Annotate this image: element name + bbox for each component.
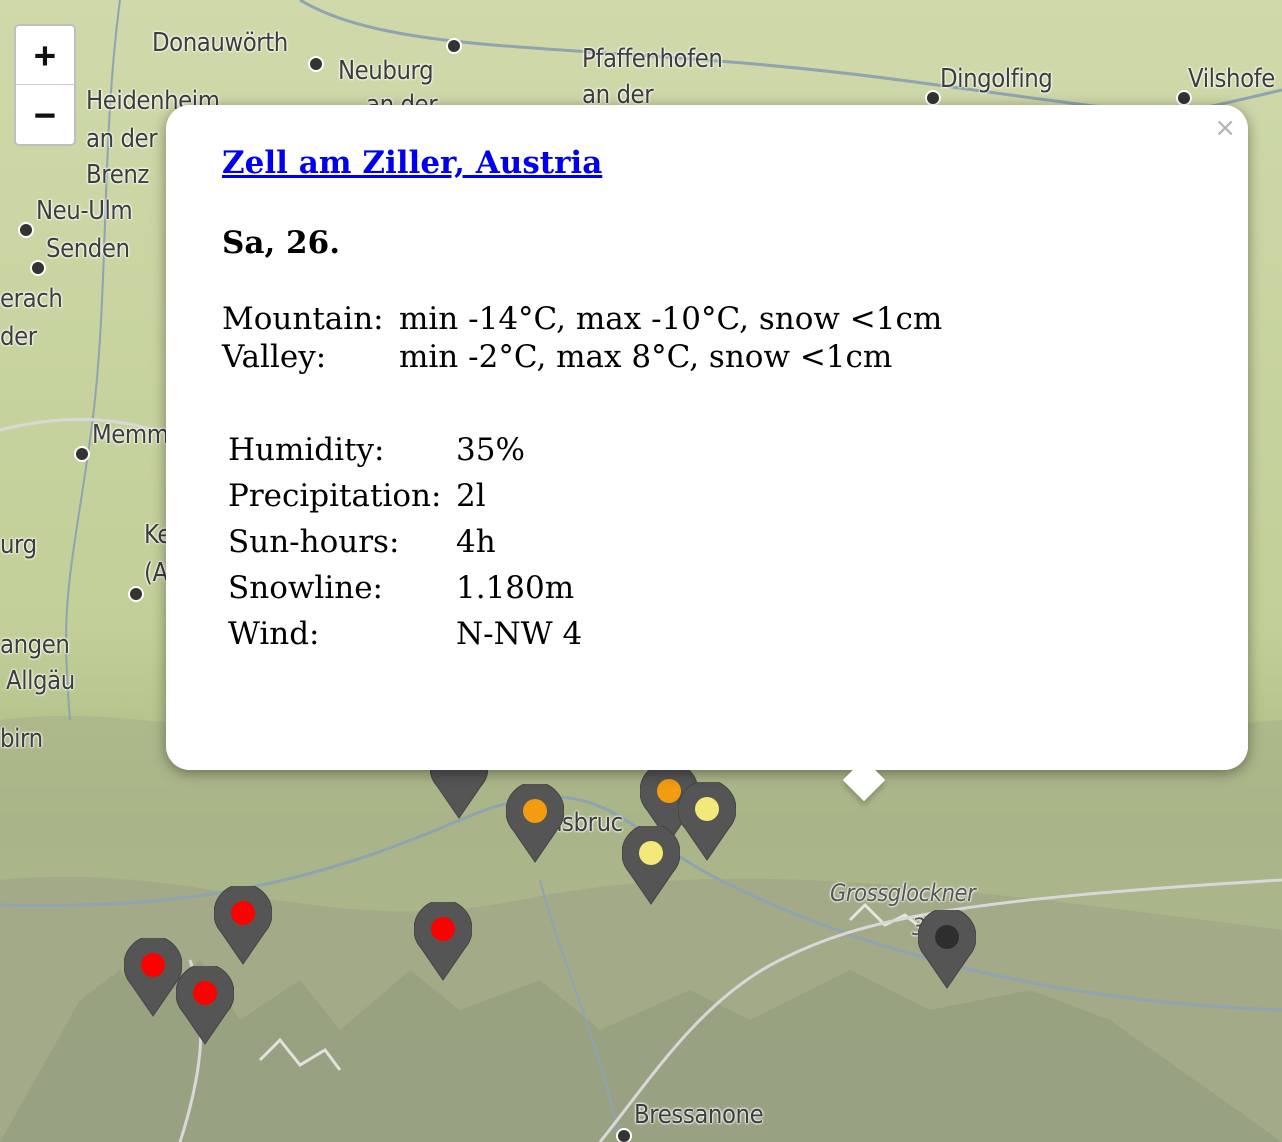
place-label-vilshofen: Vilshofe: [1188, 64, 1275, 94]
weather-marker-selected[interactable]: [678, 782, 736, 862]
town-dot: [18, 222, 34, 238]
stat-value: N-NW 4: [456, 616, 583, 652]
stat-value: 2l: [456, 478, 486, 514]
place-label-heidenheim-line2: an der: [86, 124, 158, 154]
close-icon[interactable]: ×: [1214, 115, 1236, 141]
weather-marker[interactable]: [214, 886, 272, 966]
mountain-label: Mountain:: [222, 301, 384, 337]
place-label-wangen-line2: Allgäu: [6, 666, 75, 696]
place-label-grossglockner: Grossglockner: [830, 879, 976, 907]
place-label-biberach: erach: [0, 284, 63, 314]
weather-popup: × Zell am Ziller, Austria Sa, 26. Mounta…: [166, 105, 1248, 802]
popup-title-link[interactable]: Zell am Ziller, Austria: [222, 145, 602, 181]
stat-row-precipitation: Precipitation: 2l: [228, 473, 582, 519]
stat-row-wind: Wind: N-NW 4: [228, 611, 582, 657]
place-label-heidenheim-line3: Brenz: [86, 160, 149, 190]
valley-value: min -2°C, max 8°C, snow <1cm: [399, 339, 893, 375]
place-label-kempten-line2: (A: [144, 558, 168, 588]
place-label-wangen: angen: [0, 630, 70, 660]
stat-label: Sun-hours:: [228, 524, 400, 560]
place-label-neu-ulm: Neu-Ulm: [36, 196, 133, 226]
town-dot: [446, 38, 462, 54]
weather-marker[interactable]: [176, 966, 234, 1046]
place-label-neuburg: Neuburg: [338, 56, 434, 86]
popup-content: Zell am Ziller, Austria Sa, 26. Mountain…: [222, 145, 942, 652]
place-label-dornbirn: birn: [0, 724, 43, 754]
stat-row-humidity: Humidity: 35%: [228, 427, 582, 473]
place-label-donauworth: Donauwörth: [152, 28, 288, 58]
stat-value: 35%: [456, 432, 525, 468]
place-label-senden: Senden: [46, 234, 130, 264]
stat-value: 4h: [456, 524, 496, 560]
valley-label: Valley:: [222, 339, 327, 375]
town-dot: [74, 446, 90, 462]
zoom-out-button[interactable]: −: [16, 86, 74, 144]
weather-stats-table: Humidity: 35% Precipitation: 2l Sun-hour…: [228, 427, 582, 657]
forecast-date: Sa, 26.: [222, 225, 340, 261]
place-label-dingolfing: Dingolfing: [940, 64, 1053, 94]
place-label-ravensburg: urg: [0, 530, 37, 560]
weather-marker[interactable]: [124, 938, 182, 1018]
town-dot: [616, 1128, 632, 1142]
temperature-summary: Mountain: min -14°C, max -10°C, snow <1c…: [222, 300, 942, 376]
weather-marker[interactable]: [414, 902, 472, 982]
place-label-biberach-line2: der: [0, 322, 37, 352]
place-label-memmingen: Memm: [92, 420, 169, 450]
weather-marker[interactable]: [622, 826, 680, 906]
mountain-value: min -14°C, max -10°C, snow <1cm: [399, 301, 943, 337]
zoom-control: + −: [14, 24, 76, 146]
stat-row-snowline: Snowline: 1.180m: [228, 565, 582, 611]
town-dot: [30, 260, 46, 276]
town-dot: [128, 586, 144, 602]
weather-marker[interactable]: [918, 910, 976, 990]
stat-label: Snowline:: [228, 570, 383, 606]
town-dot: [1176, 90, 1192, 106]
town-dot: [308, 56, 324, 72]
zoom-in-button[interactable]: +: [16, 26, 74, 85]
stat-label: Wind:: [228, 616, 320, 652]
stat-label: Humidity:: [228, 432, 385, 468]
weather-marker[interactable]: [506, 784, 564, 864]
town-dot: [925, 90, 941, 106]
place-label-bressanone: Bressanone: [634, 1100, 764, 1130]
place-label-pfaffenhofen: Pfaffenhofen: [582, 44, 723, 74]
stat-label: Precipitation:: [228, 478, 442, 514]
stat-value: 1.180m: [456, 570, 575, 606]
stat-row-sun-hours: Sun-hours: 4h: [228, 519, 582, 565]
